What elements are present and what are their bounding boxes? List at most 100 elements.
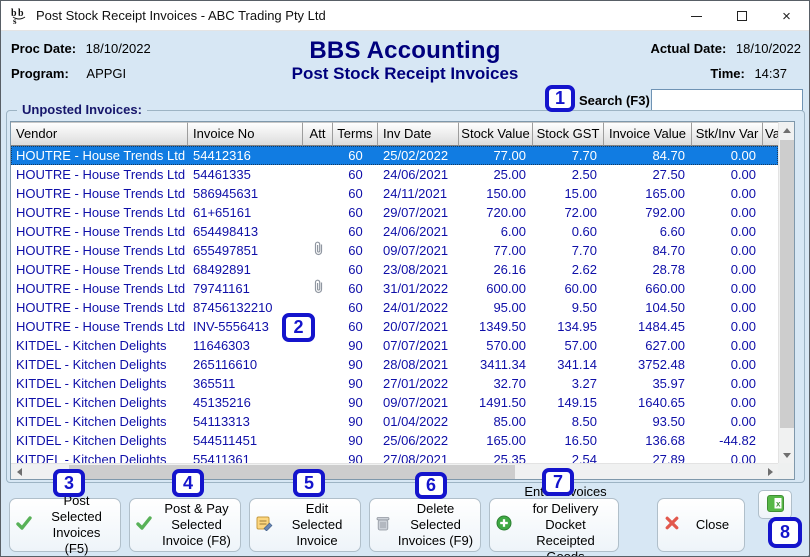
paperclip-icon <box>313 241 324 260</box>
invoices-table: Vendor Invoice No Att Terms Inv Date Sto… <box>10 121 795 480</box>
scroll-right-button[interactable] <box>762 464 778 480</box>
cell-stk-inv-var: 0.00 <box>730 452 756 463</box>
scroll-left-button[interactable] <box>11 464 27 480</box>
table-row[interactable]: KITDEL - Kitchen Delights 365511 90 27/0… <box>11 374 778 393</box>
export-to-excel-button[interactable]: x <box>758 490 792 519</box>
edit-selected-invoice-button[interactable]: Edit Selected Invoice <box>249 498 361 552</box>
table-row[interactable]: KITDEL - Kitchen Delights 54113313 90 01… <box>11 412 778 431</box>
cell-va <box>763 412 778 431</box>
cell-invoice-value: 1484.45 <box>638 319 685 334</box>
cell-va <box>763 374 778 393</box>
column-header-invoice-value[interactable]: Invoice Value <box>604 122 692 146</box>
cell-invoice-value: 84.70 <box>652 148 685 163</box>
cell-stock-gst: 0.60 <box>571 224 597 239</box>
column-header-att[interactable]: Att <box>303 122 333 146</box>
table-row[interactable]: HOUTRE - House Trends Ltd 586945631 60 2… <box>11 184 778 203</box>
table-row[interactable]: HOUTRE - House Trends Ltd INV-5556413 60… <box>11 317 778 336</box>
cell-terms: 60 <box>348 281 363 296</box>
table-row[interactable]: HOUTRE - House Trends Ltd 68492891 60 23… <box>11 260 778 279</box>
cell-inv-date: 28/08/2021 <box>383 357 449 372</box>
table-row[interactable]: KITDEL - Kitchen Delights 55411361 90 27… <box>11 450 778 463</box>
cell-invoice-no: 654498413 <box>193 224 259 239</box>
cell-stock-value: 3411.34 <box>479 357 526 372</box>
column-header-va-partial[interactable]: Va <box>763 122 778 146</box>
cell-stk-inv-var: 0.00 <box>730 300 756 315</box>
table-row[interactable]: HOUTRE - House Trends Ltd 87456132210 60… <box>11 298 778 317</box>
svg-text:x: x <box>776 499 781 508</box>
delete-selected-invoices-button[interactable]: Delete Selected Invoices (F9) <box>369 498 481 552</box>
cell-invoice-value: 627.00 <box>645 338 685 353</box>
table-row[interactable]: KITDEL - Kitchen Delights 45135216 90 09… <box>11 393 778 412</box>
table-row[interactable]: HOUTRE - House Trends Ltd 654498413 60 2… <box>11 222 778 241</box>
cell-terms: 60 <box>348 148 363 163</box>
check-icon <box>136 516 152 534</box>
scroll-left-icon <box>16 468 22 476</box>
red-x-icon <box>664 515 680 535</box>
cell-stock-gst: 2.62 <box>571 262 597 277</box>
search-input[interactable] <box>651 89 803 111</box>
cell-invoice-no: 265116610 <box>193 357 258 372</box>
cell-terms: 60 <box>348 300 363 315</box>
time-value: 14:37 <box>754 66 787 81</box>
cell-invoice-value: 84.70 <box>652 243 685 258</box>
time-label: Time: <box>710 66 745 81</box>
column-header-invoice-no[interactable]: Invoice No <box>188 122 303 146</box>
enter-invoices-delivery-docket-button[interactable]: Enter Invoices for Delivery Docket Recei… <box>489 484 619 556</box>
maximize-icon <box>736 11 747 21</box>
minimize-button[interactable] <box>674 1 719 31</box>
column-header-terms[interactable]: Terms <box>333 122 378 146</box>
column-header-stock-value[interactable]: Stock Value <box>459 122 533 146</box>
window-close-button[interactable]: × <box>764 1 809 31</box>
table-row[interactable]: KITDEL - Kitchen Delights 544511451 90 2… <box>11 431 778 450</box>
cell-terms: 60 <box>348 167 363 182</box>
cell-att <box>303 260 333 279</box>
table-row[interactable]: HOUTRE - House Trends Ltd 61+65161 60 29… <box>11 203 778 222</box>
cell-stock-value: 26.16 <box>493 262 526 277</box>
table-row[interactable]: KITDEL - Kitchen Delights 11646303 90 07… <box>11 336 778 355</box>
app-icon: b b s <box>10 7 28 25</box>
maximize-button[interactable] <box>719 1 764 31</box>
cell-vendor: HOUTRE - House Trends Ltd <box>16 281 186 296</box>
horizontal-scroll-thumb[interactable] <box>69 465 515 479</box>
cell-inv-date: 24/01/2022 <box>383 300 449 315</box>
column-header-vendor[interactable]: Vendor <box>11 122 188 146</box>
cell-stk-inv-var: 0.00 <box>730 205 756 220</box>
callout-2: 2 <box>282 313 315 342</box>
cell-terms: 60 <box>348 224 363 239</box>
post-pay-selected-invoice-button[interactable]: Post & Pay Selected Invoice (F8) <box>129 498 241 552</box>
cell-vendor: HOUTRE - House Trends Ltd <box>16 300 186 315</box>
column-header-stk-inv-var[interactable]: Stk/Inv Var <box>692 122 763 146</box>
post-selected-invoices-button[interactable]: Post Selected Invoices (F5) <box>9 493 121 556</box>
cell-stk-inv-var: 0.00 <box>730 262 756 277</box>
cell-inv-date: 29/07/2021 <box>383 205 449 220</box>
vertical-scroll-thumb[interactable] <box>780 140 794 428</box>
scroll-down-button[interactable] <box>779 447 795 463</box>
plus-circle-icon <box>496 515 512 535</box>
cell-stock-gst: 9.50 <box>571 300 597 315</box>
cell-terms: 60 <box>348 205 363 220</box>
scroll-up-button[interactable] <box>779 122 795 138</box>
cell-stk-inv-var: 0.00 <box>730 338 756 353</box>
table-row[interactable]: HOUTRE - House Trends Ltd 54412316 60 25… <box>11 146 778 165</box>
column-header-stock-gst[interactable]: Stock GST <box>533 122 604 146</box>
cell-invoice-value: 104.50 <box>645 300 685 315</box>
cell-inv-date: 24/11/2021 <box>383 186 448 201</box>
table-row[interactable]: HOUTRE - House Trends Ltd 655497851 60 0… <box>11 241 778 260</box>
table-row[interactable]: KITDEL - Kitchen Delights 265116610 90 2… <box>11 355 778 374</box>
cell-stock-value: 95.00 <box>493 300 526 315</box>
resize-grip[interactable] <box>804 551 806 553</box>
cell-vendor: KITDEL - Kitchen Delights <box>16 452 167 463</box>
svg-text:b: b <box>18 8 24 19</box>
horizontal-scrollbar[interactable] <box>11 463 778 479</box>
vertical-scrollbar[interactable] <box>778 122 794 463</box>
table-row[interactable]: HOUTRE - House Trends Ltd 54461335 60 24… <box>11 165 778 184</box>
cell-stock-gst: 16.50 <box>564 433 597 448</box>
screen-title: Post Stock Receipt Invoices <box>291 64 519 83</box>
cell-att <box>303 374 333 393</box>
column-header-inv-date[interactable]: Inv Date <box>378 122 459 146</box>
cell-invoice-value: 1640.65 <box>638 395 685 410</box>
cell-va <box>763 241 778 260</box>
window-controls: × <box>674 1 809 31</box>
table-row[interactable]: HOUTRE - House Trends Ltd 79741161 60 31… <box>11 279 778 298</box>
close-button[interactable]: Close <box>657 498 745 552</box>
